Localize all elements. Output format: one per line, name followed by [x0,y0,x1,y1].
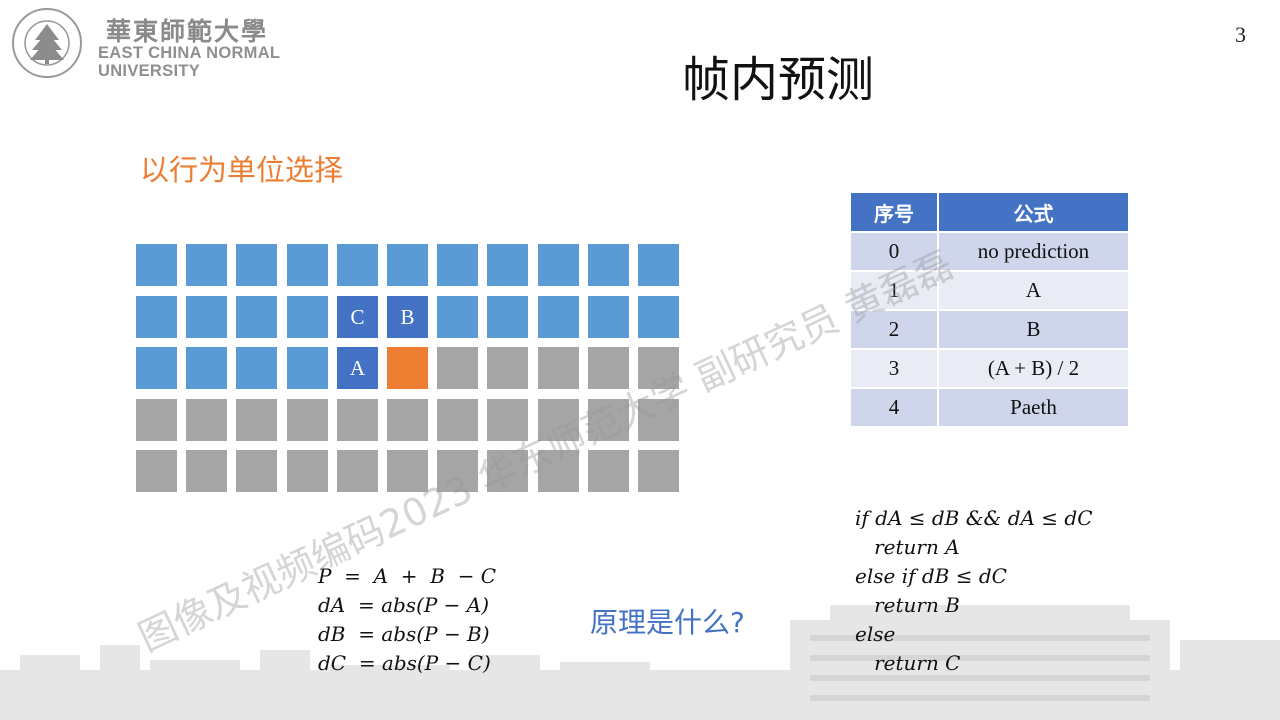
formula-line: P = A + B − C [318,564,497,588]
pixel-block [136,347,177,389]
pixel-block [437,450,478,492]
pixel-block [287,296,328,338]
pixel-block [638,347,679,389]
pixel-block [337,399,378,441]
pixel-block [588,399,629,441]
pixel-block [136,399,177,441]
pixel-block [387,244,428,286]
formula-line: dC = abs(P − C) [318,651,491,675]
table-header-row: 序号 公式 [851,193,1128,233]
university-name-chinese: 華東師範大學 [106,17,269,46]
pixel-block [236,399,277,441]
pixel-block [136,244,177,286]
pixel-block [186,399,227,441]
paeth-formulas: P = A + B − C dA = abs(P − A) dB = abs(P… [318,562,496,678]
table-cell-index: 1 [851,271,939,311]
table-cell-index: 4 [851,388,939,428]
pixel-block [487,347,528,389]
table-cell-index: 2 [851,310,939,350]
university-name-english-line2: UNIVERSITY [98,62,201,80]
pixel-block [387,399,428,441]
formula-line: dA = abs(P − A) [318,593,490,617]
question-text: 原理是什么? [590,606,745,639]
pixel-block [287,399,328,441]
pixel-block [337,244,378,286]
table-cell-formula: Paeth [938,388,1128,428]
university-name-english-line1: EAST CHINA NORMAL [98,44,281,62]
page-number: 3 [1235,22,1246,47]
pixel-block [638,244,679,286]
table-cell-formula: A [938,271,1128,311]
pixel-block-grid: CBA [136,244,680,494]
pixel-block [287,244,328,286]
algorithm-line: return A [855,535,960,559]
pixel-block [437,296,478,338]
pixel-block-b: B [387,296,428,338]
slide-subtitle: 以行为单位选择 [140,153,344,187]
pixel-block [538,399,579,441]
pixel-block-c: C [337,296,378,338]
pixel-block [638,399,679,441]
pixel-block [236,450,277,492]
table-cell-index: 3 [851,349,939,389]
prediction-table: 序号 公式 0 no prediction 1 A 2 B 3 (A + B) … [851,193,1128,428]
pixel-block [487,244,528,286]
pixel-block [236,296,277,338]
pixel-block [136,296,177,338]
pixel-block [638,450,679,492]
pixel-block [588,347,629,389]
pixel-block [236,244,277,286]
university-seal-icon [12,8,82,78]
table-row: 4 Paeth [851,388,1128,428]
pixel-block [588,244,629,286]
pixel-block [437,347,478,389]
table-cell-index: 0 [851,232,939,272]
pixel-block [387,450,428,492]
pixel-block [538,296,579,338]
pixel-block [588,450,629,492]
table-header-index: 序号 [851,193,939,233]
table-cell-formula: B [938,310,1128,350]
pixel-block [538,347,579,389]
pixel-block [287,450,328,492]
pixel-block [236,347,277,389]
pixel-block [186,244,227,286]
pixel-block [588,296,629,338]
university-logo: 華東師範大學 EAST CHINA NORMAL UNIVERSITY [10,6,300,82]
table-cell-formula: (A + B) / 2 [938,349,1128,389]
pixel-block [538,244,579,286]
algorithm-line: else [855,622,896,646]
table-row: 1 A [851,271,1128,311]
table-row: 0 no prediction [851,232,1128,272]
pixel-block-current [387,347,428,389]
table-header-formula: 公式 [938,193,1128,233]
pixel-block [638,296,679,338]
table-row: 2 B [851,310,1128,350]
pixel-block [487,399,528,441]
algorithm-line: return C [855,651,961,675]
pixel-block-a: A [337,347,378,389]
pixel-block [487,450,528,492]
pixel-block [487,296,528,338]
algorithm-line: else if dB ≤ dC [855,564,1007,588]
algorithm-line: if dA ≤ dB && dA ≤ dC [855,506,1093,530]
pixel-block [437,399,478,441]
pixel-block [136,450,177,492]
table-cell-formula: no prediction [938,232,1128,272]
pixel-block [337,450,378,492]
pixel-block [186,296,227,338]
formula-line: dB = abs(P − B) [318,622,490,646]
pixel-block [186,347,227,389]
paeth-algorithm: if dA ≤ dB && dA ≤ dC return A else if d… [855,504,1093,678]
pixel-block [287,347,328,389]
pixel-block [538,450,579,492]
algorithm-line: return B [855,593,960,617]
pixel-block [186,450,227,492]
slide-title: 帧内预测 [682,52,875,108]
pixel-block [437,244,478,286]
table-row: 3 (A + B) / 2 [851,349,1128,389]
